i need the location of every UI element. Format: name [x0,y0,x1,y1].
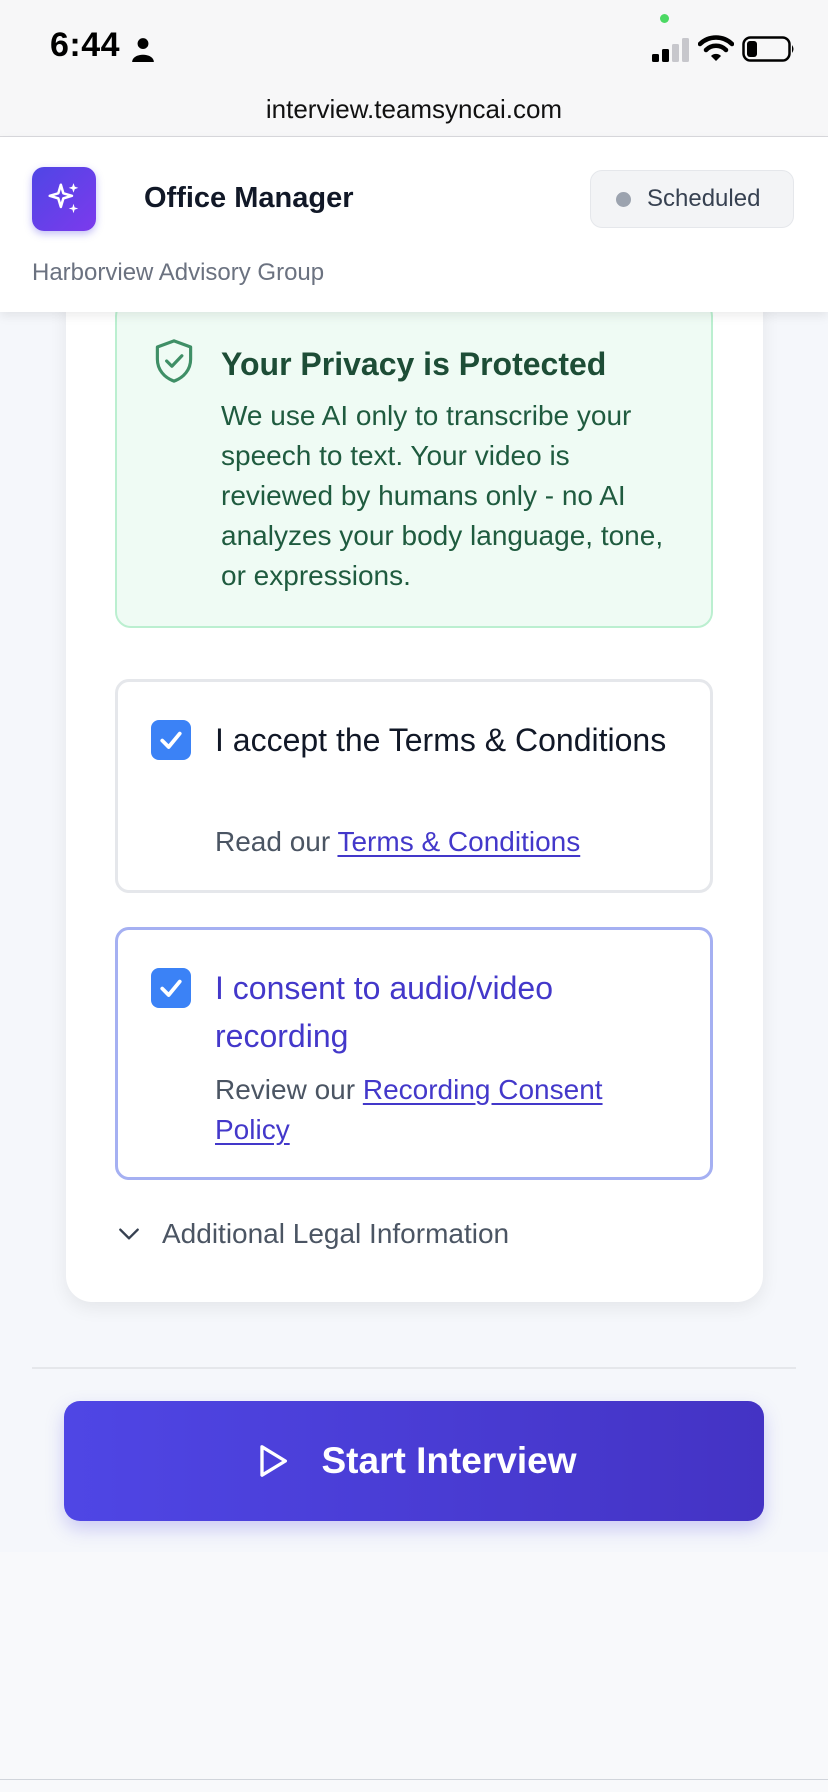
start-interview-button[interactable]: Start Interview [64,1401,764,1521]
bottom-area [0,1552,828,1792]
terms-label[interactable]: I accept the Terms & Conditions [215,716,675,764]
shield-check-icon [155,339,193,383]
privacy-title: Your Privacy is Protected [221,346,607,382]
play-icon [259,1445,287,1477]
checkmark-icon [160,979,182,997]
recording-sub-prefix: Review our [215,1074,363,1105]
terms-sub-prefix: Read our [215,826,338,857]
sparkles-icon [32,167,96,231]
recording-checkbox[interactable] [151,968,191,1008]
terms-subtext: Read our Terms & Conditions [215,822,675,862]
url-bar[interactable]: interview.teamsyncai.com [0,90,828,137]
app-header: Office Manager Harborview Advisory Group… [0,137,828,312]
status-bar: 6:44 [0,0,828,90]
status-time: 6:44 [50,26,121,64]
terms-link[interactable]: Terms & Conditions [337,826,580,857]
wifi-icon [698,35,734,61]
divider [32,1367,796,1369]
battery-icon [742,36,794,62]
privacy-indicator-dot [660,14,669,23]
recording-subtext: Review our Recording Consent Policy [215,1070,675,1150]
company-name: Harborview Advisory Group [32,259,325,286]
bottom-divider [0,1779,828,1780]
recording-consent-card[interactable]: I consent to audio/video recording Revie… [115,927,713,1180]
status-label: Scheduled [647,185,761,212]
person-icon [132,38,154,62]
chevron-down-icon [119,1228,139,1240]
signal-icon [652,38,689,62]
url-text[interactable]: interview.teamsyncai.com [0,94,828,125]
recording-label[interactable]: I consent to audio/video recording [215,964,675,1060]
terms-consent-card[interactable]: I accept the Terms & Conditions Read our… [115,679,713,893]
privacy-text: We use AI only to transcribe your speech… [221,400,664,591]
status-dot [616,192,631,207]
legal-label[interactable]: Additional Legal Information [162,1218,509,1250]
checkmark-icon [160,731,182,749]
privacy-notice: Your Privacy is Protected We use AI only… [115,300,713,628]
additional-legal-toggle[interactable]: Additional Legal Information [116,1214,616,1254]
terms-checkbox[interactable] [151,720,191,760]
job-title: Office Manager [144,182,354,214]
start-interview-label[interactable]: Start Interview [322,1440,577,1482]
status-badge: Scheduled [590,170,794,228]
